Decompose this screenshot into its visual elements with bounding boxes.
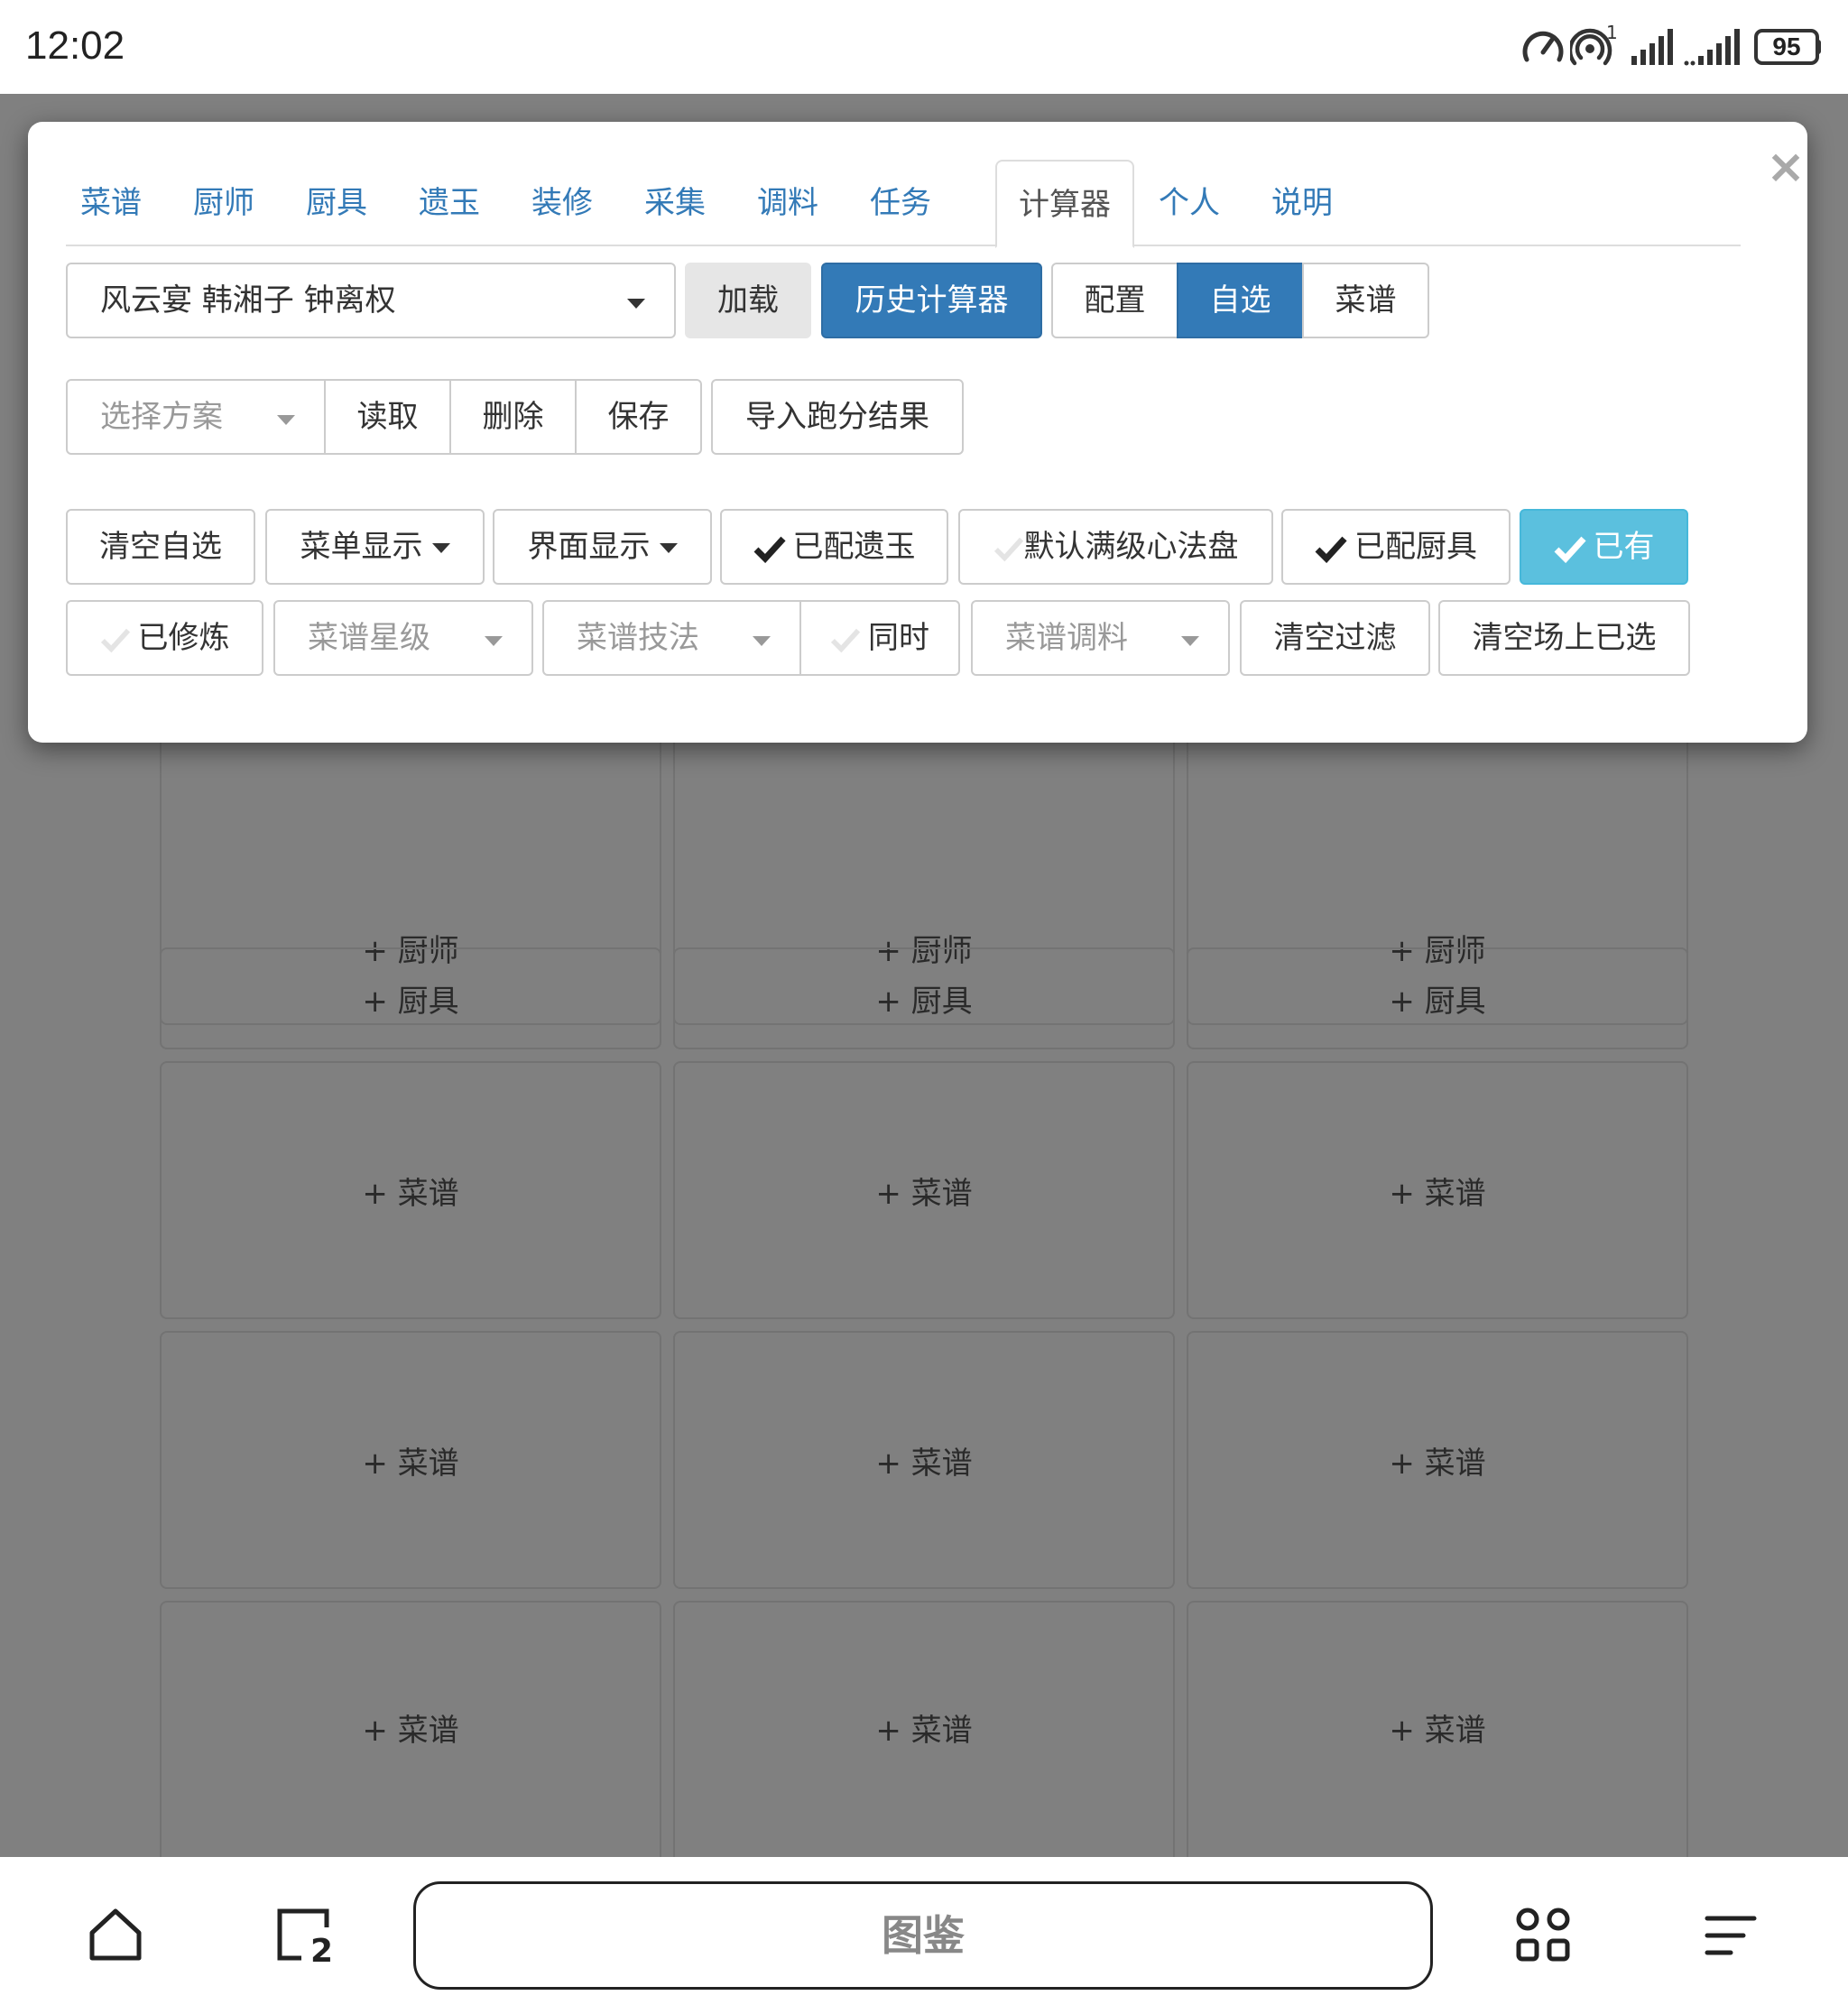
chevron-down-icon — [431, 543, 450, 553]
speedometer-icon — [1522, 31, 1564, 62]
apps-icon[interactable] — [1514, 1906, 1572, 1963]
history-calculator-button[interactable]: 历史计算器 — [821, 263, 1042, 338]
plan-select[interactable]: 选择方案 — [66, 379, 326, 455]
mode-custom-button[interactable]: 自选 — [1177, 263, 1304, 338]
tab-jade[interactable]: 遗玉 — [404, 160, 494, 246]
recipe-slot[interactable]: + 菜谱 — [673, 1601, 1175, 1871]
read-plan-button[interactable]: 读取 — [324, 379, 451, 455]
menu-display-dropdown[interactable]: 菜单显示 — [265, 509, 485, 585]
battery-indicator: 95 — [1754, 29, 1819, 65]
home-icon[interactable] — [87, 1906, 144, 1963]
chevron-down-icon — [753, 636, 771, 646]
tab-tasks[interactable]: 任务 — [855, 160, 946, 246]
recipe-slot[interactable]: + 菜谱 — [1187, 1061, 1688, 1319]
check-icon — [753, 536, 786, 563]
tool-slot[interactable]: + 厨具 — [160, 947, 661, 1049]
search-bar[interactable]: 图鉴 — [413, 1881, 1433, 1990]
default-full-level-toggle[interactable]: 默认满级心法盘 — [958, 509, 1273, 585]
tab-personal[interactable]: 个人 — [1144, 160, 1234, 246]
recipe-slot[interactable]: + 菜谱 — [673, 1061, 1175, 1319]
tab-bar: 菜谱 厨师 厨具 遗玉 装修 采集 调料 任务 计算器 个人 说明 — [66, 160, 1741, 248]
owned-toggle[interactable]: 已有 — [1520, 509, 1688, 585]
recipe-skill-select[interactable]: 菜谱技法 — [542, 600, 801, 676]
recipe-slot[interactable]: + 菜谱 — [1187, 1331, 1688, 1589]
signal-icon — [1684, 29, 1740, 66]
chevron-down-icon — [659, 543, 678, 553]
recipe-slot[interactable]: + 菜谱 — [160, 1331, 661, 1589]
mode-recipe-button[interactable]: 菜谱 — [1302, 263, 1429, 338]
clear-custom-button[interactable]: 清空自选 — [66, 509, 255, 585]
clear-filter-button[interactable]: 清空过滤 — [1240, 600, 1430, 676]
import-results-button[interactable]: 导入跑分结果 — [711, 379, 964, 455]
chevron-down-icon — [485, 636, 503, 646]
ui-display-dropdown[interactable]: 界面显示 — [493, 509, 712, 585]
status-time: 12:02 — [25, 23, 125, 68]
delete-plan-button[interactable]: 删除 — [449, 379, 577, 455]
chevron-down-icon — [277, 415, 295, 425]
close-button[interactable]: × — [1759, 140, 1813, 194]
recipe-seasoning-select[interactable]: 菜谱调料 — [971, 600, 1230, 676]
trained-toggle[interactable]: 已修炼 — [66, 600, 263, 676]
chevron-down-icon — [627, 299, 645, 309]
menu-icon[interactable] — [1704, 1913, 1758, 1958]
check-icon — [1315, 536, 1347, 563]
tab-recipes[interactable]: 菜谱 — [66, 160, 156, 246]
mode-config-button[interactable]: 配置 — [1051, 263, 1178, 338]
recipe-stars-select[interactable]: 菜谱星级 — [273, 600, 533, 676]
recipe-slot[interactable]: + 菜谱 — [160, 1061, 661, 1319]
battery-tip — [1816, 40, 1821, 54]
calculator-modal: × 菜谱 厨师 厨具 遗玉 装修 采集 调料 任务 计算器 个人 说明 风云宴 … — [28, 122, 1807, 743]
tab-seasoning[interactable]: 调料 — [743, 160, 833, 246]
tab-count: 2 — [310, 1933, 334, 1970]
tab-calculator[interactable]: 计算器 — [995, 160, 1134, 248]
equipped-jade-toggle[interactable]: 已配遗玉 — [720, 509, 948, 585]
clear-field-selected-button[interactable]: 清空场上已选 — [1438, 600, 1690, 676]
simultaneous-toggle[interactable]: 同时 — [799, 600, 960, 676]
signal-icon — [1631, 29, 1673, 65]
tab-decoration[interactable]: 装修 — [517, 160, 607, 246]
recipe-slot[interactable]: + 菜谱 — [160, 1601, 661, 1871]
save-plan-button[interactable]: 保存 — [575, 379, 702, 455]
chevron-down-icon — [1181, 636, 1199, 646]
tab-tools[interactable]: 厨具 — [291, 160, 382, 246]
check-icon — [993, 537, 1023, 561]
check-icon — [1554, 536, 1586, 563]
tab-gathering[interactable]: 采集 — [630, 160, 720, 246]
recipe-slot[interactable]: + 菜谱 — [673, 1331, 1175, 1589]
recipe-slot[interactable]: + 菜谱 — [1187, 1601, 1688, 1871]
check-icon — [830, 628, 861, 652]
tab-help[interactable]: 说明 — [1257, 160, 1347, 246]
tool-slot[interactable]: + 厨具 — [1187, 947, 1688, 1049]
check-icon — [100, 628, 130, 652]
load-button[interactable]: 加载 — [685, 263, 811, 338]
equipped-tools-toggle[interactable]: 已配厨具 — [1281, 509, 1511, 585]
status-bar: 12:02 1 95 — [0, 0, 1848, 94]
browser-bottom-nav: 2 图鉴 — [0, 1857, 1848, 2014]
tool-slot[interactable]: + 厨具 — [673, 947, 1175, 1049]
rule-select[interactable]: 风云宴 韩湘子 钟离权 — [66, 263, 676, 338]
tab-chefs[interactable]: 厨师 — [179, 160, 269, 246]
hotspot-badge: 1 — [1606, 22, 1618, 43]
